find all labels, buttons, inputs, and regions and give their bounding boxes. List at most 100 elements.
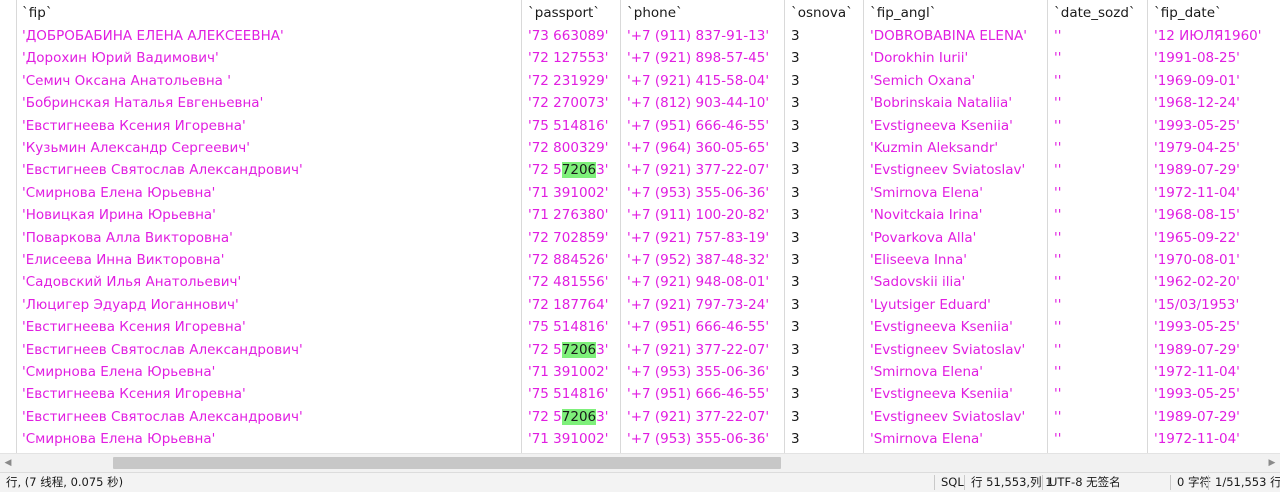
- cell-fip-angl[interactable]: 'Evstigneev Sviatoslav': [864, 159, 1048, 181]
- cell-phone[interactable]: '+7 (911) 100-20-82': [621, 204, 785, 226]
- cell-date-sozd[interactable]: '': [1048, 70, 1148, 92]
- cell-passport[interactable]: '72 702859': [522, 227, 621, 249]
- cell-fip-date[interactable]: '1989-07-29': [1148, 159, 1280, 181]
- cell-phone[interactable]: '+7 (953) 355-06-36': [621, 182, 785, 204]
- table-row[interactable]: 'Смирнова Елена Юрьевна' '71 391002' '+7 (…: [0, 428, 1280, 450]
- cell-fip[interactable]: 'Кузьмин Александр Сергеевич': [16, 137, 522, 159]
- cell-fip-date[interactable]: '1989-07-29': [1148, 406, 1280, 428]
- header-passport[interactable]: `passport`: [522, 2, 621, 24]
- cell-fip-angl[interactable]: 'Evstigneeva Kseniia': [864, 115, 1048, 137]
- cell-fip[interactable]: 'Люцигер Эдуард Иоганнович': [16, 294, 522, 316]
- cell-fip-angl[interactable]: 'Smirnova Elena': [864, 182, 1048, 204]
- header-date-sozd[interactable]: `date_sozd`: [1048, 2, 1148, 24]
- cell-fip-date[interactable]: '1993-05-25': [1148, 115, 1280, 137]
- cell-fip-angl[interactable]: 'Kuzmin Aleksandr': [864, 137, 1048, 159]
- cell-passport[interactable]: '72 572063': [522, 406, 621, 428]
- cell-phone[interactable]: '+7 (964) 360-05-65': [621, 137, 785, 159]
- cell-phone[interactable]: '+7 (911) 837-91-13': [621, 25, 785, 47]
- cell-passport[interactable]: '72 187764': [522, 294, 621, 316]
- cell-passport[interactable]: '75 514816': [522, 383, 621, 405]
- cell-date-sozd[interactable]: '': [1048, 339, 1148, 361]
- cell-fip-date[interactable]: '1969-09-01': [1148, 70, 1280, 92]
- cell-passport[interactable]: '71 391002': [522, 361, 621, 383]
- cell-osnova[interactable]: 3: [785, 383, 864, 405]
- cell-fip-angl[interactable]: 'Lyutsiger Eduard': [864, 294, 1048, 316]
- table-row[interactable]: 'Люцигер Эдуард Иоганнович' '72 187764' '+…: [0, 294, 1280, 316]
- cell-fip[interactable]: 'Смирнова Елена Юрьевна': [16, 182, 522, 204]
- cell-fip-date[interactable]: '1972-11-04': [1148, 428, 1280, 450]
- cell-date-sozd[interactable]: '': [1048, 294, 1148, 316]
- table-row[interactable]: 'Семич Оксана Анатольевна ' '72 231929' '+…: [0, 70, 1280, 92]
- cell-fip-angl[interactable]: 'Povarkova Alla': [864, 227, 1048, 249]
- table-row[interactable]: 'Новицкая Ирина Юрьевна' '71 276380' '+7 (…: [0, 204, 1280, 226]
- cell-phone[interactable]: '+7 (921) 377-22-07': [621, 339, 785, 361]
- table-row[interactable]: 'Евстигнеев Святослав Александрович' '72 …: [0, 406, 1280, 428]
- cell-passport[interactable]: '72 884526': [522, 249, 621, 271]
- cell-phone[interactable]: '+7 (921) 757-83-19': [621, 227, 785, 249]
- cell-phone[interactable]: '+7 (953) 355-06-36': [621, 361, 785, 383]
- cell-date-sozd[interactable]: '': [1048, 428, 1148, 450]
- cell-fip[interactable]: 'Евстигнеева Ксения Игоревна': [16, 316, 522, 338]
- cell-fip-date[interactable]: '1972-11-04': [1148, 361, 1280, 383]
- cell-fip-angl[interactable]: 'Semich Oxana': [864, 70, 1048, 92]
- cell-phone[interactable]: '+7 (951) 666-46-55': [621, 383, 785, 405]
- cell-phone[interactable]: '+7 (921) 898-57-45': [621, 47, 785, 69]
- cell-date-sozd[interactable]: '': [1048, 249, 1148, 271]
- cell-date-sozd[interactable]: '': [1048, 406, 1148, 428]
- cell-date-sozd[interactable]: '': [1048, 25, 1148, 47]
- cell-osnova[interactable]: 3: [785, 137, 864, 159]
- cell-passport[interactable]: '72 127553': [522, 47, 621, 69]
- table-row[interactable]: 'Поваркова Алла Викторовна' '72 702859' '+…: [0, 227, 1280, 249]
- table-row[interactable]: 'Смирнова Елена Юрьевна' '71 391002' '+7 (…: [0, 361, 1280, 383]
- cell-passport[interactable]: '72 270073': [522, 92, 621, 114]
- cell-phone[interactable]: '+7 (921) 797-73-24': [621, 294, 785, 316]
- cell-osnova[interactable]: 3: [785, 271, 864, 293]
- table-row[interactable]: 'Садовский Илья Анатольевич' '72 481556' '…: [0, 271, 1280, 293]
- cell-fip-date[interactable]: '1989-07-29': [1148, 339, 1280, 361]
- table-row[interactable]: 'ДОБРОБАБИНА ЕЛЕНА АЛЕКСЕЕВНА' '73 663089…: [0, 25, 1280, 47]
- result-grid[interactable]: `fip` `passport` `phone` `osnova` `fip_a…: [0, 0, 1280, 453]
- cell-fip[interactable]: 'Евстигнеева Ксения Игоревна': [16, 383, 522, 405]
- cell-fip[interactable]: 'Садовский Илья Анатольевич': [16, 271, 522, 293]
- cell-fip-angl[interactable]: 'Smirnova Elena': [864, 428, 1048, 450]
- cell-date-sozd[interactable]: '': [1048, 271, 1148, 293]
- cell-fip-date[interactable]: '1979-04-25': [1148, 137, 1280, 159]
- cell-fip-angl[interactable]: 'Dorokhin Iurii': [864, 47, 1048, 69]
- cell-fip-angl[interactable]: 'Eliseeva Inna': [864, 249, 1048, 271]
- cell-fip-angl[interactable]: 'Evstigneeva Kseniia': [864, 383, 1048, 405]
- horizontal-scrollbar[interactable]: ◀ ▶: [0, 453, 1280, 472]
- cell-passport[interactable]: '72 572063': [522, 339, 621, 361]
- header-fip-angl[interactable]: `fip_angl`: [864, 2, 1048, 24]
- cell-passport[interactable]: '72 800329': [522, 137, 621, 159]
- cell-fip-angl[interactable]: 'Evstigneev Sviatoslav': [864, 406, 1048, 428]
- cell-fip-angl[interactable]: 'Smirnova Elena': [864, 361, 1048, 383]
- table-row[interactable]: 'Кузьмин Александр Сергеевич' '72 800329'…: [0, 137, 1280, 159]
- cell-fip-angl[interactable]: 'Bobrinskaia Nataliia': [864, 92, 1048, 114]
- header-fip-date[interactable]: `fip_date`: [1148, 2, 1280, 24]
- cell-fip[interactable]: 'Новицкая Ирина Юрьевна': [16, 204, 522, 226]
- cell-osnova[interactable]: 3: [785, 428, 864, 450]
- cell-phone[interactable]: '+7 (812) 903-44-10': [621, 92, 785, 114]
- cell-date-sozd[interactable]: '': [1048, 316, 1148, 338]
- cell-fip[interactable]: 'Евстигнеев Святослав Александрович': [16, 159, 522, 181]
- cell-date-sozd[interactable]: '': [1048, 92, 1148, 114]
- cell-passport[interactable]: '75 514816': [522, 316, 621, 338]
- cell-phone[interactable]: '+7 (921) 377-22-07': [621, 159, 785, 181]
- cell-phone[interactable]: '+7 (952) 387-48-32': [621, 249, 785, 271]
- cell-fip-date[interactable]: '1968-12-24': [1148, 92, 1280, 114]
- cell-osnova[interactable]: 3: [785, 47, 864, 69]
- table-row[interactable]: 'Бобринская Наталья Евгеньевна' '72 27007…: [0, 92, 1280, 114]
- cell-date-sozd[interactable]: '': [1048, 383, 1148, 405]
- scroll-left-icon[interactable]: ◀: [0, 454, 16, 472]
- cell-date-sozd[interactable]: '': [1048, 182, 1148, 204]
- cell-passport[interactable]: '72 231929': [522, 70, 621, 92]
- cell-fip-date[interactable]: '15/03/1953': [1148, 294, 1280, 316]
- cell-osnova[interactable]: 3: [785, 249, 864, 271]
- header-osnova[interactable]: `osnova`: [785, 2, 864, 24]
- cell-fip-date[interactable]: '1970-08-01': [1148, 249, 1280, 271]
- cell-fip-date[interactable]: '1991-08-25': [1148, 47, 1280, 69]
- cell-fip[interactable]: 'Бобринская Наталья Евгеньевна': [16, 92, 522, 114]
- cell-fip[interactable]: 'Елисеева Инна Викторовна': [16, 249, 522, 271]
- cell-phone[interactable]: '+7 (921) 377-22-07': [621, 406, 785, 428]
- cell-osnova[interactable]: 3: [785, 204, 864, 226]
